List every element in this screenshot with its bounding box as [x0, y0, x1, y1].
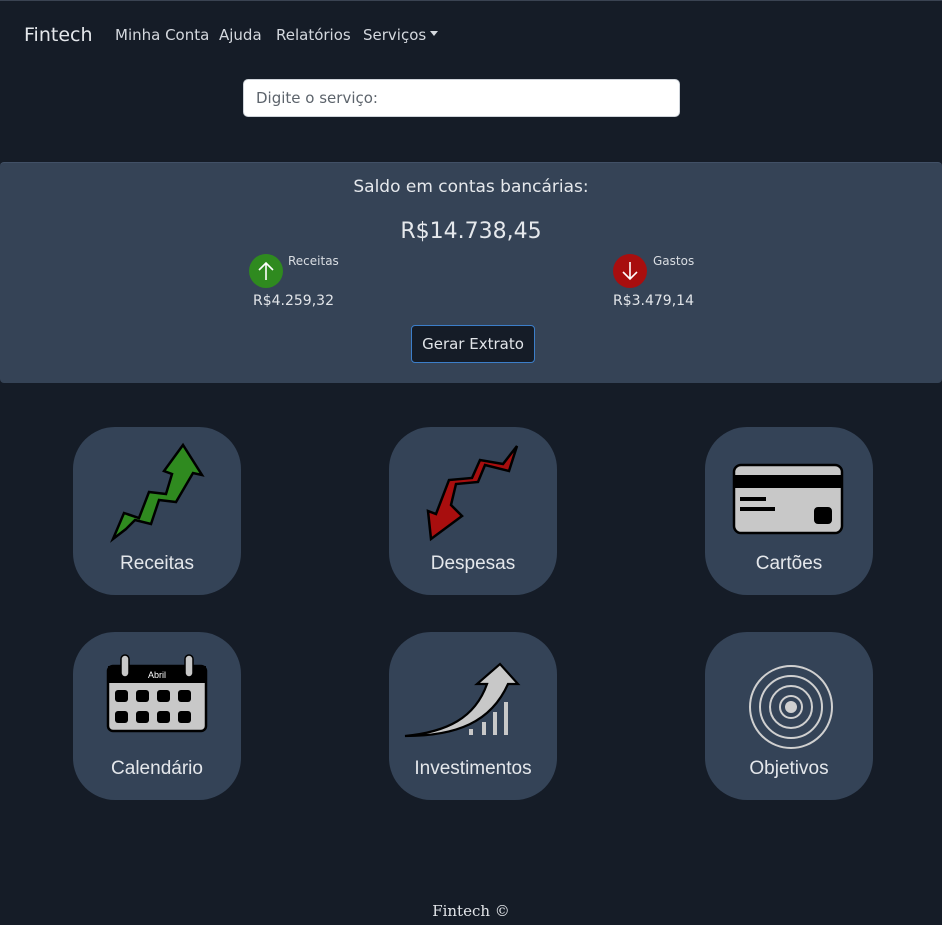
- balance-title: Saldo em contas bancárias:: [353, 177, 589, 197]
- footer: Fintech ©: [432, 902, 510, 920]
- tile-calendario-label: Calendário: [111, 758, 203, 779]
- nav-minha-conta[interactable]: Minha Conta: [115, 26, 209, 44]
- tile-objetivos-label: Objetivos: [749, 758, 829, 779]
- expenses-value: R$3.479,14: [613, 293, 694, 309]
- arrow-down-icon: [613, 254, 647, 288]
- tile-despesas[interactable]: Despesas: [389, 427, 557, 595]
- tile-calendario[interactable]: Abril Calendário: [73, 632, 241, 800]
- tile-cartoes-label: Cartões: [755, 553, 823, 574]
- tile-cartoes[interactable]: Cartões: [705, 427, 873, 595]
- income-label: Receitas: [288, 254, 339, 268]
- tile-despesas-label: Despesas: [430, 553, 516, 574]
- nav-servicos-label: Serviços: [363, 26, 427, 44]
- calendar-month-label: Abril: [147, 670, 166, 680]
- tile-investimentos[interactable]: Investimentos: [389, 632, 557, 800]
- expenses-label: Gastos: [653, 254, 695, 268]
- nav-servicos-dropdown[interactable]: Serviços: [363, 26, 439, 44]
- tile-receitas[interactable]: Receitas: [73, 427, 241, 595]
- tile-investimentos-label: Investimentos: [414, 758, 532, 779]
- balance-total: R$14.738,45: [400, 219, 542, 244]
- income-value: R$4.259,32: [253, 293, 334, 309]
- search-input[interactable]: [243, 79, 680, 117]
- generate-statement-button[interactable]: Gerar Extrato: [411, 325, 535, 363]
- balance-panel: Saldo em contas bancárias: R$14.738,45 R…: [0, 162, 942, 383]
- nav-relatorios[interactable]: Relatórios: [276, 26, 351, 44]
- caret-down-icon: [430, 31, 439, 36]
- nav-ajuda[interactable]: Ajuda: [219, 26, 262, 44]
- tile-objetivos[interactable]: Objetivos: [705, 632, 873, 800]
- brand-logo[interactable]: Fintech: [24, 24, 93, 46]
- navbar: Fintech Minha Conta Ajuda Relatórios Ser…: [0, 0, 942, 70]
- tile-receitas-label: Receitas: [120, 553, 194, 574]
- arrow-up-icon: [249, 254, 283, 288]
